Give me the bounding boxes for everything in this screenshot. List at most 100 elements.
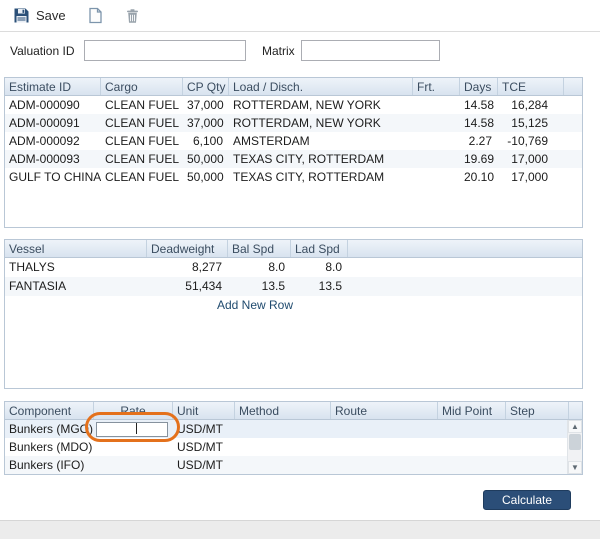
cell-vessel: FANTASIA [5,277,147,296]
save-label: Save [36,8,66,23]
cell-load-disch: ROTTERDAM, NEW YORK [229,96,413,114]
cell-cp-qty: 37,000 [183,96,229,114]
col-header-days[interactable]: Days [460,78,498,95]
cell-unit: USD/MT [173,420,235,438]
add-new-row-link[interactable]: Add New Row [5,298,505,312]
cell-lad-spd: 8.0 [291,258,348,277]
cell-step [506,456,569,474]
cell-tce: 17,000 [498,168,564,186]
cell-estimate-id: ADM-000092 [5,132,101,150]
col-header-tce[interactable]: TCE [498,78,564,95]
component-row[interactable]: Bunkers (MDO) USD/MT [5,438,582,456]
col-header-estimate-id[interactable]: Estimate ID [5,78,101,95]
cell-method [235,456,331,474]
col-header-route[interactable]: Route [331,402,438,419]
col-header-frt[interactable]: Frt. [413,78,460,95]
cell-frt [413,114,460,132]
cell-cargo: CLEAN FUEL [101,114,183,132]
col-header-filler [348,240,582,257]
save-button[interactable]: Save [10,5,69,26]
component-row[interactable]: Bunkers (MGO) USD/MT [5,420,582,438]
cell-tce: 15,125 [498,114,564,132]
cell-days: 14.58 [460,114,498,132]
valuation-id-label: Valuation ID [10,44,74,58]
estimate-row[interactable]: ADM-000092 CLEAN FUEL 6,100 AMSTERDAM 2.… [5,132,582,150]
cell-days: 14.58 [460,96,498,114]
components-table: Component Rate Unit Method Route Mid Poi… [4,401,583,475]
save-icon [13,7,30,24]
col-header-filler [569,402,582,419]
cell-mid-point [438,438,506,456]
col-header-component[interactable]: Component [5,402,94,419]
scroll-down-button[interactable]: ▼ [568,461,582,474]
col-header-unit[interactable]: Unit [173,402,235,419]
estimate-row[interactable]: ADM-000093 CLEAN FUEL 50,000 TEXAS CITY,… [5,150,582,168]
vessel-row[interactable]: THALYS 8,277 8.0 8.0 [5,258,582,277]
cell-estimate-id: ADM-000093 [5,150,101,168]
estimates-table-header: Estimate ID Cargo CP Qty Load / Disch. F… [5,78,582,96]
cell-mid-point [438,456,506,474]
cell-load-disch: ROTTERDAM, NEW YORK [229,114,413,132]
vertical-scrollbar[interactable]: ▲ ▼ [567,420,582,474]
col-header-step[interactable]: Step [506,402,569,419]
cell-cargo: CLEAN FUEL [101,168,183,186]
footer-bar [0,520,600,539]
col-header-lad-spd[interactable]: Lad Spd [291,240,348,257]
cell-rate [94,438,173,456]
col-header-vessel[interactable]: Vessel [5,240,147,257]
col-header-deadweight[interactable]: Deadweight [147,240,228,257]
delete-button[interactable] [122,6,143,26]
col-header-filler [564,78,582,95]
cell-frt [413,132,460,150]
cell-step [506,438,569,456]
cell-estimate-id: GULF TO CHINA [5,168,101,186]
col-header-rate[interactable]: Rate [94,402,173,419]
cell-days: 20.10 [460,168,498,186]
vessel-row[interactable]: FANTASIA 51,434 13.5 13.5 [5,277,582,296]
cell-estimate-id: ADM-000091 [5,114,101,132]
new-document-button[interactable] [85,5,106,26]
toolbar: Save [0,0,600,32]
cell-method [235,420,331,438]
matrix-label: Matrix [262,44,295,58]
cell-route [331,438,438,456]
cell-tce: 17,000 [498,150,564,168]
cell-cp-qty: 50,000 [183,168,229,186]
cell-cargo: CLEAN FUEL [101,96,183,114]
cell-days: 19.69 [460,150,498,168]
col-header-method[interactable]: Method [235,402,331,419]
scroll-up-button[interactable]: ▲ [568,420,582,433]
cell-step [506,420,569,438]
estimate-row[interactable]: GULF TO CHINA CLEAN FUEL 50,000 TEXAS CI… [5,168,582,186]
vessels-table: Vessel Deadweight Bal Spd Lad Spd THALYS… [4,239,583,389]
col-header-mid-point[interactable]: Mid Point [438,402,506,419]
valuation-id-input[interactable] [84,40,246,61]
cell-estimate-id: ADM-000090 [5,96,101,114]
scrollbar-thumb[interactable] [569,434,581,450]
col-header-cp-qty[interactable]: CP Qty [183,78,229,95]
rate-input[interactable] [96,422,168,437]
cell-rate [94,420,173,438]
estimate-row[interactable]: ADM-000091 CLEAN FUEL 37,000 ROTTERDAM, … [5,114,582,132]
col-header-bal-spd[interactable]: Bal Spd [228,240,291,257]
cell-unit: USD/MT [173,456,235,474]
cell-frt [413,150,460,168]
document-icon [88,7,103,24]
component-row[interactable]: Bunkers (IFO) USD/MT [5,456,582,474]
cell-load-disch: TEXAS CITY, ROTTERDAM [229,150,413,168]
col-header-load-disch[interactable]: Load / Disch. [229,78,413,95]
calculate-button[interactable]: Calculate [483,490,571,510]
cell-vessel: THALYS [5,258,147,277]
cell-bal-spd: 8.0 [228,258,291,277]
col-header-cargo[interactable]: Cargo [101,78,183,95]
cell-tce: 16,284 [498,96,564,114]
cell-load-disch: AMSTERDAM [229,132,413,150]
valuation-app: Save Valuation ID Matrix Add Estimates E [0,0,600,539]
estimate-row[interactable]: ADM-000090 CLEAN FUEL 37,000 ROTTERDAM, … [5,96,582,114]
components-table-header: Component Rate Unit Method Route Mid Poi… [5,402,582,420]
cell-rate [94,456,173,474]
cell-cp-qty: 50,000 [183,150,229,168]
matrix-input[interactable] [301,40,440,61]
cell-deadweight: 8,277 [147,258,228,277]
cell-load-disch: TEXAS CITY, ROTTERDAM [229,168,413,186]
